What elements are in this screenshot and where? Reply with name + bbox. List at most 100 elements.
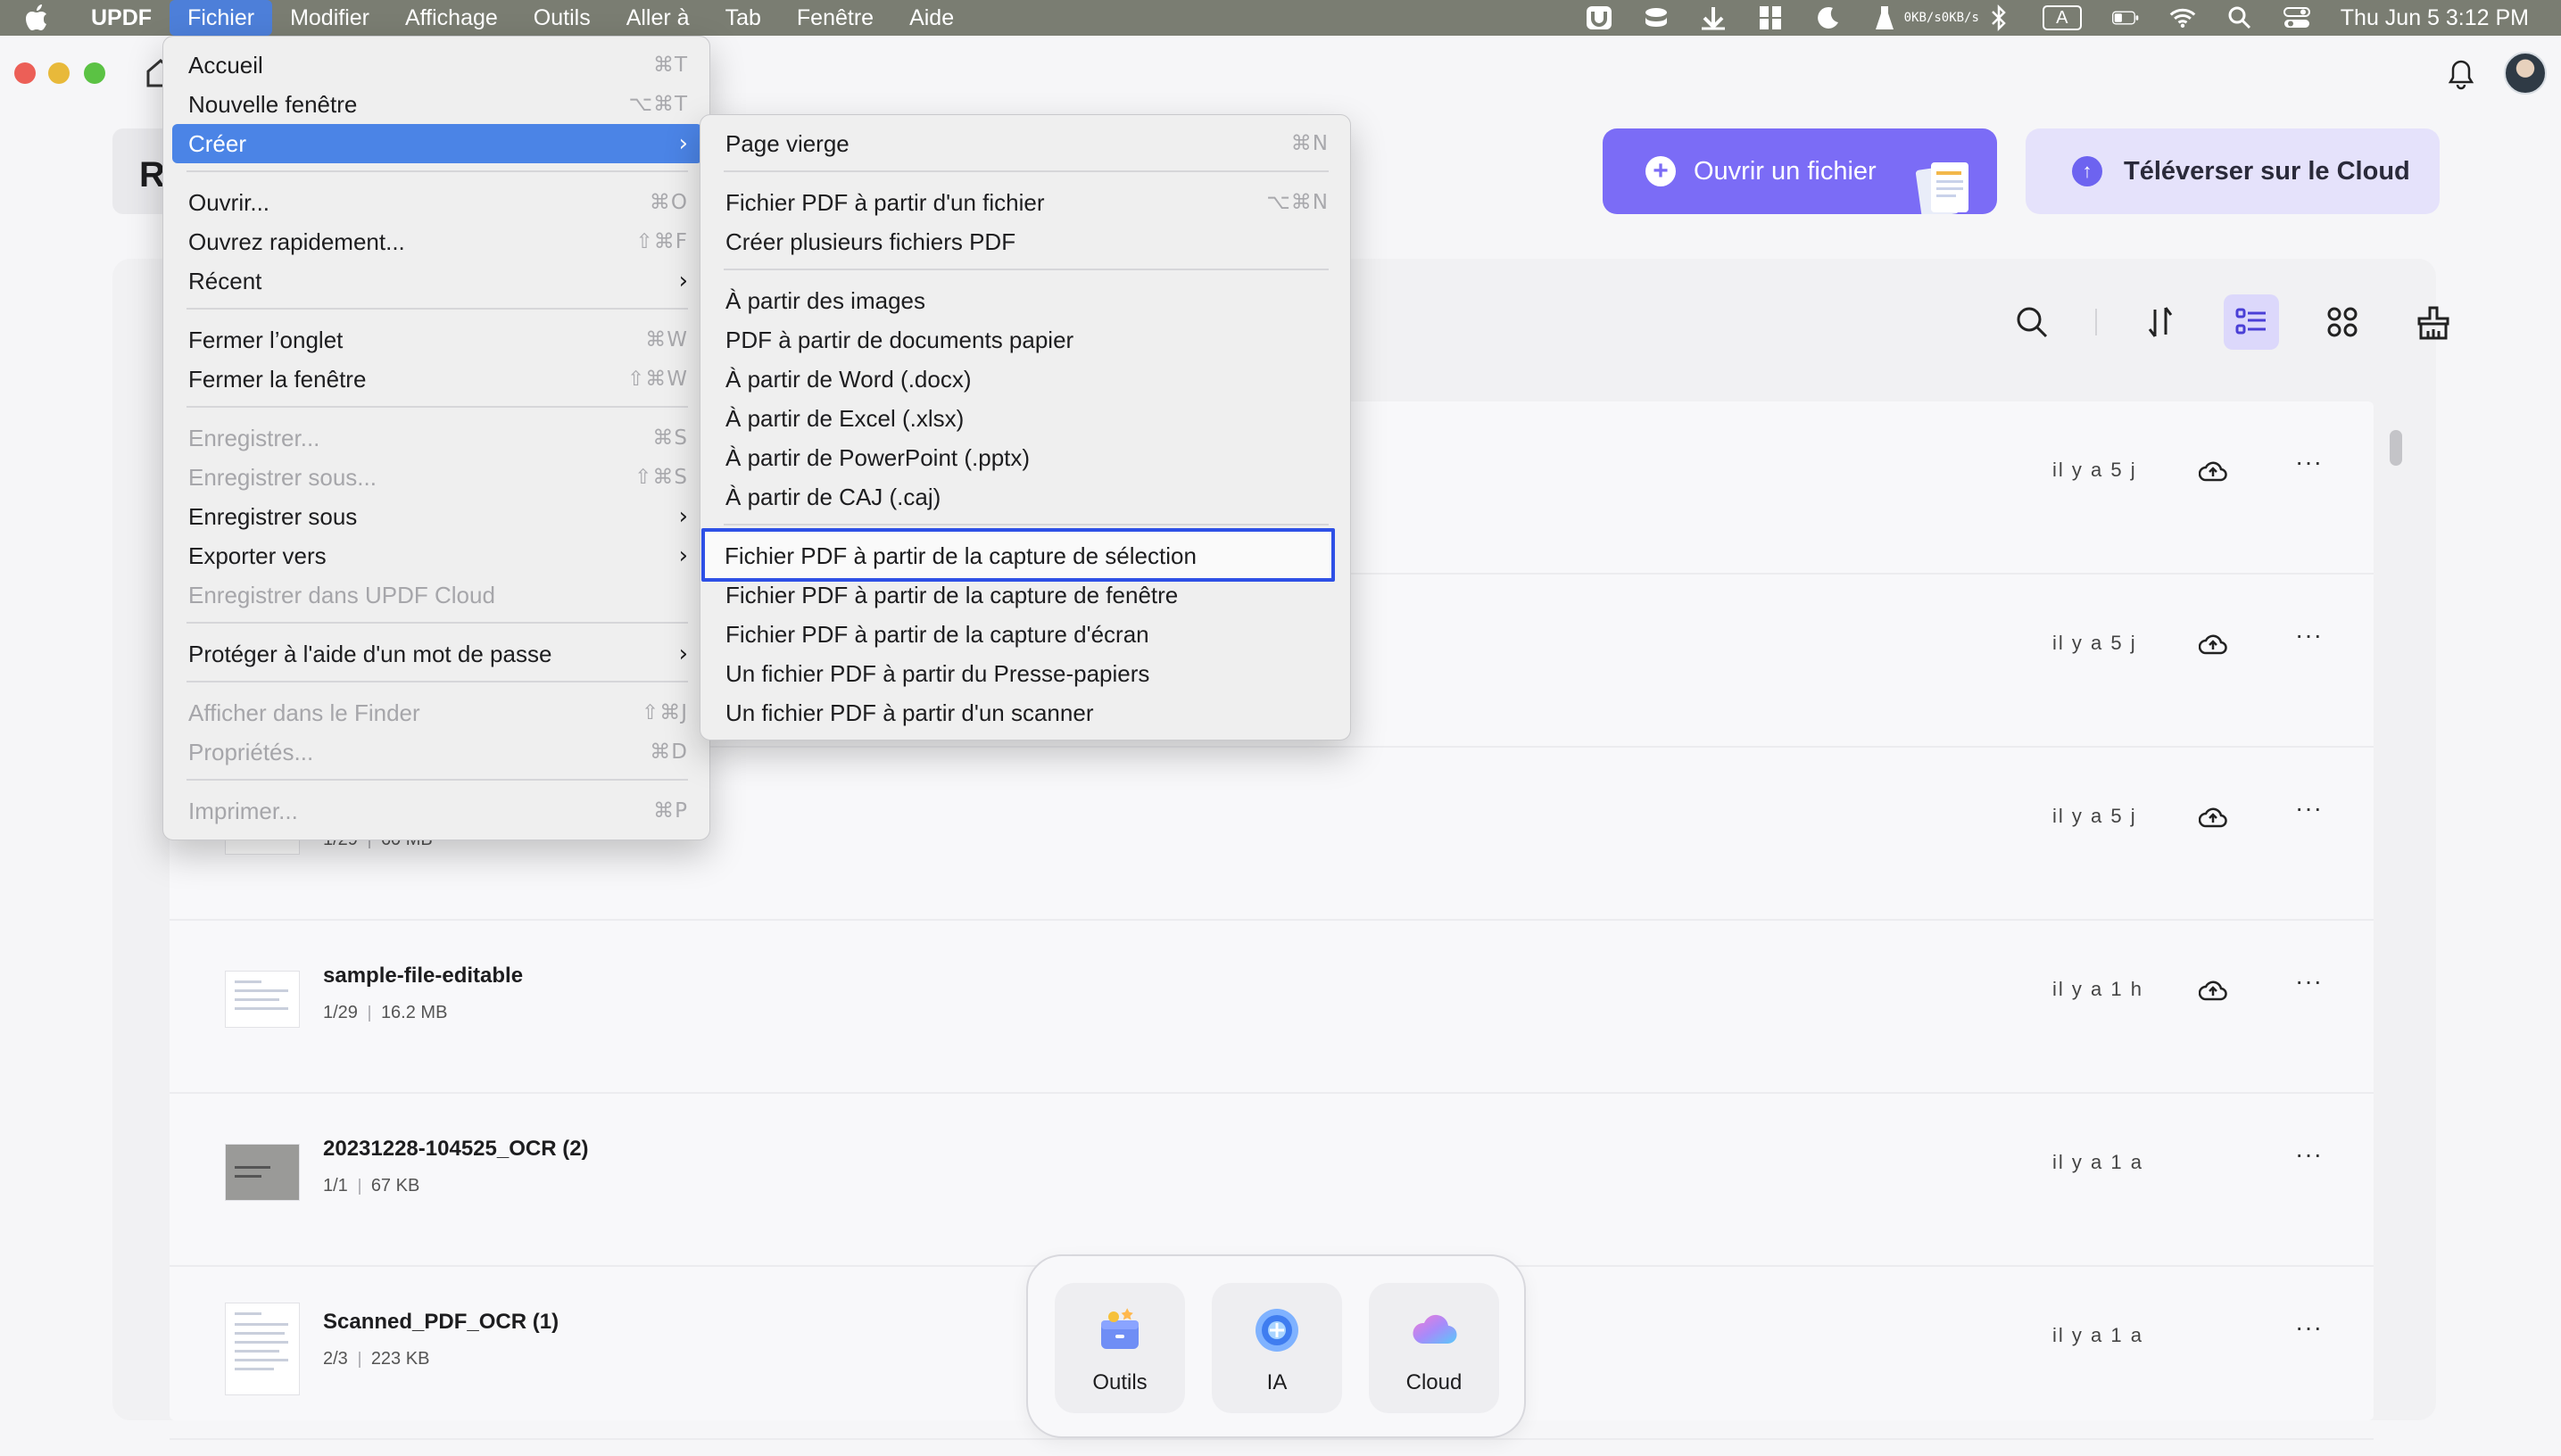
clean-brush-icon[interactable] <box>2406 294 2461 350</box>
menu-item-accueil[interactable]: Accueil ⌘T <box>172 46 702 85</box>
menu-item-label: Propriétés... <box>188 738 314 765</box>
list-view-icon[interactable] <box>2224 294 2279 350</box>
close-window-button[interactable] <box>14 62 36 84</box>
more-options-icon[interactable]: ··· <box>2295 448 2323 476</box>
menu-item-capture-ecran[interactable]: Fichier PDF à partir de la capture d'écr… <box>709 615 1343 654</box>
menu-item-label: À partir de CAJ (.caj) <box>725 483 941 510</box>
menu-fichier[interactable]: Fichier <box>170 0 273 36</box>
wifi-icon[interactable] <box>2169 5 2196 30</box>
input-source[interactable]: A <box>2042 5 2082 30</box>
dock-cloud-button[interactable]: Cloud <box>1369 1283 1499 1413</box>
recent-header-initial: R <box>139 155 165 194</box>
apple-logo-icon[interactable] <box>25 4 61 31</box>
menu-item-label: Protéger à l'aide d'un mot de passe <box>188 640 552 667</box>
spotlight-search-icon[interactable] <box>2226 5 2253 30</box>
file-meta: 1/29 16.2 MB <box>323 1003 447 1023</box>
minimize-window-button[interactable] <box>48 62 70 84</box>
network-speed: 0KB/s 0KB/s <box>1904 5 1979 30</box>
menu-item-from-images[interactable]: À partir des images <box>709 281 1343 320</box>
upload-cloud-button[interactable]: ↑ Téléverser sur le Cloud <box>2026 128 2440 214</box>
more-options-icon[interactable]: ··· <box>2295 967 2323 996</box>
menu-item-label: Fermer la fenêtre <box>188 365 367 393</box>
menu-item-from-excel[interactable]: À partir de Excel (.xlsx) <box>709 399 1343 438</box>
user-avatar[interactable] <box>2504 52 2547 95</box>
chevron-right-icon: › <box>678 542 688 569</box>
menu-item-label: Imprimer... <box>188 797 298 824</box>
menu-item-pdf-from-file[interactable]: Fichier PDF à partir d'un fichier ⌥⌘N <box>709 183 1343 222</box>
menu-item-create-multiple[interactable]: Créer plusieurs fichiers PDF <box>709 222 1343 261</box>
grid-app-icon[interactable] <box>1757 5 1784 30</box>
menu-separator <box>186 406 688 408</box>
menu-item-enregistrer-sous[interactable]: Enregistrer sous › <box>172 497 702 536</box>
menu-item-from-powerpoint[interactable]: À partir de PowerPoint (.pptx) <box>709 438 1343 477</box>
table-row[interactable]: sample-file-editable 1/29 16.2 MB il y a … <box>170 921 2374 1094</box>
menu-tab[interactable]: Tab <box>708 0 779 36</box>
menu-item-ouvrir[interactable]: Ouvrir... ⌘O <box>172 183 702 222</box>
cleaner-icon[interactable] <box>1871 5 1898 30</box>
menu-item-nouvelle-fenetre[interactable]: Nouvelle fenêtre ⌥⌘T <box>172 85 702 124</box>
more-options-icon[interactable]: ··· <box>2295 794 2323 823</box>
download-tray-icon[interactable] <box>1700 5 1727 30</box>
menu-item-enregistrer-sous-dots: Enregistrer sous... ⇧⌘S <box>172 458 702 497</box>
cloud-icon[interactable] <box>2199 978 2227 1003</box>
cloud-color-icon <box>1413 1314 1457 1344</box>
menubar-clock[interactable]: Thu Jun 5 3:12 PM <box>2341 5 2529 31</box>
menu-app-updf[interactable]: UPDF <box>73 0 170 36</box>
notification-bell-icon[interactable] <box>2445 55 2477 91</box>
menu-item-label: Ouvrez rapidement... <box>188 228 405 255</box>
dock-tools-button[interactable]: Outils <box>1055 1283 1185 1413</box>
menu-item-page-vierge[interactable]: Page vierge ⌘N <box>709 124 1343 163</box>
menu-item-recent[interactable]: Récent › <box>172 261 702 301</box>
list-scrollbar[interactable] <box>2390 430 2402 466</box>
menu-shortcut: ⌘S <box>652 426 688 450</box>
open-file-button[interactable]: + Ouvrir un fichier <box>1603 128 1997 214</box>
menu-aide[interactable]: Aide <box>891 0 972 36</box>
more-options-icon[interactable]: ··· <box>2295 1313 2323 1342</box>
bluetooth-icon[interactable] <box>1985 4 2012 31</box>
menu-item-presse-papiers[interactable]: Un fichier PDF à partir du Presse-papier… <box>709 654 1343 693</box>
more-options-icon[interactable]: ··· <box>2295 621 2323 649</box>
zoom-window-button[interactable] <box>84 62 105 84</box>
menu-item-fermer-fenetre[interactable]: Fermer la fenêtre ⇧⌘W <box>172 360 702 399</box>
menu-item-fermer-onglet[interactable]: Fermer l’onglet ⌘W <box>172 320 702 360</box>
net-down: 0KB/s <box>1941 11 1979 25</box>
menu-item-label: Un fichier PDF à partir d'un scanner <box>725 699 1094 726</box>
grid-view-icon[interactable] <box>2315 294 2370 350</box>
cloud-icon[interactable] <box>2199 805 2227 830</box>
menu-separator <box>186 779 688 781</box>
menu-modifier[interactable]: Modifier <box>272 0 387 36</box>
menu-item-capture-selection[interactable]: Fichier PDF à partir de la capture de sé… <box>701 528 1335 582</box>
menu-item-from-caj[interactable]: À partir de CAJ (.caj) <box>709 477 1343 517</box>
menu-item-exporter-vers[interactable]: Exporter vers › <box>172 536 702 575</box>
status-area: 0KB/s 0KB/s A Thu Jun 5 3:12 PM <box>1586 0 2529 36</box>
cloud-icon[interactable] <box>2199 632 2227 657</box>
menu-item-scanner[interactable]: Un fichier PDF à partir d'un scanner <box>709 693 1343 732</box>
menu-item-ouvrez-rapidement[interactable]: Ouvrez rapidement... ⇧⌘F <box>172 222 702 261</box>
moon-icon[interactable] <box>1814 5 1841 30</box>
ai-orb-icon <box>1256 1309 1298 1352</box>
control-center-icon[interactable] <box>2283 5 2310 30</box>
battery-icon[interactable] <box>2111 5 2139 30</box>
sort-icon[interactable] <box>2133 294 2188 350</box>
table-row[interactable]: 20231228-104525_OCR (2) 1/1 67 KB il y a … <box>170 1094 2374 1267</box>
database-icon[interactable] <box>1643 5 1670 30</box>
menu-outils[interactable]: Outils <box>516 0 609 36</box>
menu-shortcut: ⇧⌘J <box>641 701 688 724</box>
chevron-right-icon: › <box>678 641 688 667</box>
menu-affichage[interactable]: Affichage <box>387 0 516 36</box>
menu-item-enregistrer-cloud: Enregistrer dans UPDF Cloud <box>172 575 702 615</box>
file-thumbnail <box>225 1144 300 1201</box>
search-icon[interactable] <box>2004 294 2060 350</box>
menu-item-proteger[interactable]: Protéger à l'aide d'un mot de passe › <box>172 634 702 674</box>
menu-item-creer[interactable]: Créer › <box>172 124 702 163</box>
cloud-icon[interactable] <box>2199 459 2227 484</box>
file-name: Scanned_PDF_OCR (1) <box>323 1310 559 1334</box>
menu-aller-a[interactable]: Aller à <box>609 0 708 36</box>
menu-item-from-word[interactable]: À partir de Word (.docx) <box>709 360 1343 399</box>
dock-ai-button[interactable]: IA <box>1212 1283 1342 1413</box>
menu-item-label: PDF à partir de documents papier <box>725 326 1074 353</box>
updf-status-icon[interactable] <box>1586 5 1612 30</box>
menu-item-from-paper[interactable]: PDF à partir de documents papier <box>709 320 1343 360</box>
more-options-icon[interactable]: ··· <box>2295 1140 2323 1169</box>
menu-fenetre[interactable]: Fenêtre <box>779 0 891 36</box>
